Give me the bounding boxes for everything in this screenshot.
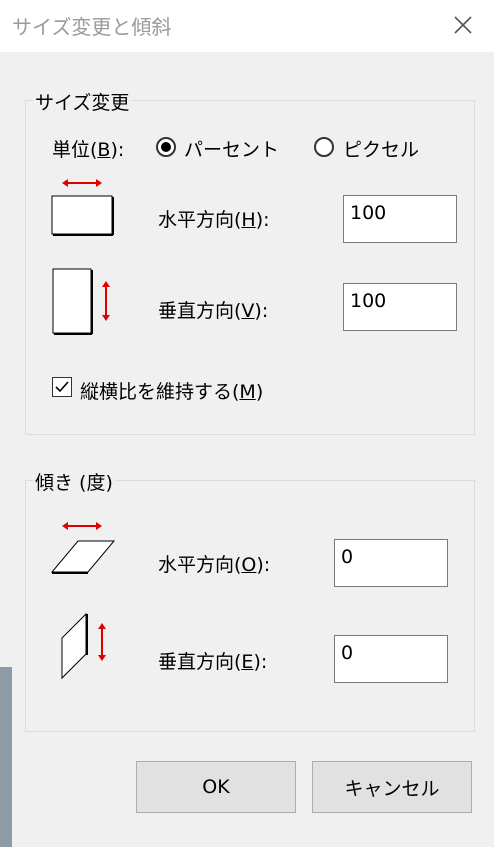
window-title: サイズ変更と傾斜 (12, 15, 172, 39)
resize-group-title: サイズ変更 (33, 88, 132, 115)
resize-horizontal-input[interactable]: 100 (343, 195, 457, 243)
horizontal-skew-icon (50, 522, 116, 574)
resize-skew-dialog: サイズ変更と傾斜 サイズ変更 単位(B): パーセント ピクセル 水平方向(H)… (0, 0, 494, 847)
maintain-aspect-checkbox[interactable] (52, 377, 72, 397)
pixel-radio[interactable] (314, 137, 334, 157)
unit-label: 単位(B): (52, 139, 125, 161)
skew-horizontal-label: 水平方向(O): (158, 554, 271, 576)
resize-vertical-label: 垂直方向(V): (158, 300, 269, 322)
close-button[interactable] (446, 8, 480, 42)
percent-radio-label[interactable]: パーセント (184, 135, 279, 162)
close-icon (454, 16, 472, 34)
pixel-radio-label[interactable]: ピクセル (343, 135, 419, 162)
percent-radio[interactable] (156, 137, 176, 157)
checkmark-icon (55, 381, 69, 393)
background-edge (0, 667, 12, 847)
ok-button[interactable]: OK (136, 761, 296, 813)
skew-vertical-label: 垂直方向(E): (158, 651, 268, 673)
maintain-aspect-label[interactable]: 縦横比を維持する(M) (80, 377, 263, 404)
skew-vertical-input[interactable]: 0 (334, 635, 448, 683)
resize-vertical-input[interactable]: 100 (343, 283, 457, 331)
skew-horizontal-input[interactable]: 0 (334, 539, 448, 587)
skew-group-title: 傾き (度) (33, 468, 115, 495)
title-bar: サイズ変更と傾斜 (0, 0, 494, 52)
cancel-button[interactable]: キャンセル (312, 761, 472, 813)
horizontal-resize-icon (51, 179, 114, 236)
vertical-skew-icon (61, 612, 106, 680)
vertical-resize-icon (52, 268, 110, 335)
resize-horizontal-label: 水平方向(H): (158, 209, 270, 231)
